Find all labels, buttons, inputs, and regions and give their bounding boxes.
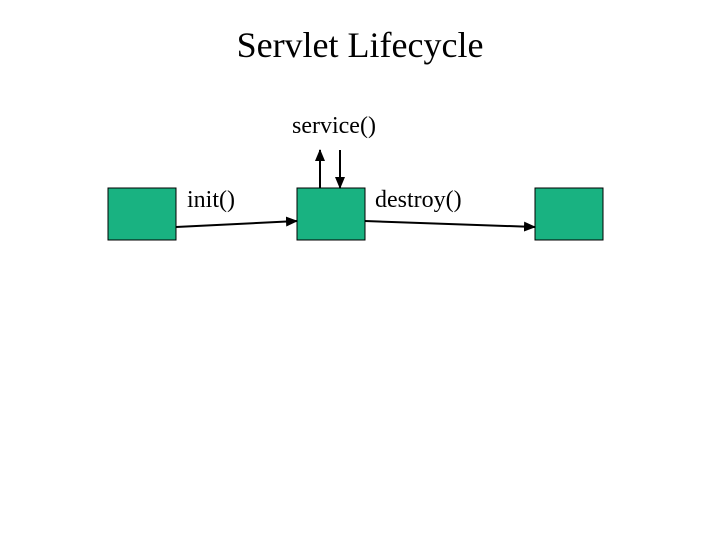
diagram-svg — [0, 0, 720, 540]
diagram-stage: Servlet Lifecycle service() init() destr… — [0, 0, 720, 540]
box-right — [535, 188, 603, 240]
arrow-init — [176, 221, 297, 227]
box-left — [108, 188, 176, 240]
arrow-destroy — [365, 221, 535, 227]
box-mid — [297, 188, 365, 240]
